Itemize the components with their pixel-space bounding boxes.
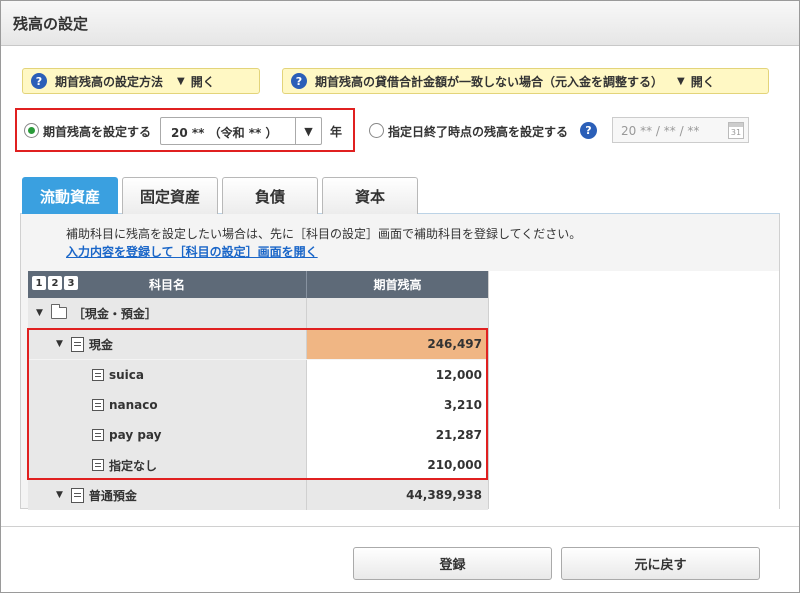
footer-divider: [1, 526, 799, 527]
register-button[interactable]: 登録: [353, 547, 552, 580]
tab-liabilities[interactable]: 負債: [222, 177, 318, 214]
set-by-date-label: 指定日終了時点の残高を設定する: [388, 125, 569, 139]
triangle-down-icon: ▼: [677, 75, 685, 87]
level-1-button[interactable]: 1: [32, 276, 46, 290]
tab-current-assets[interactable]: 流動資産: [22, 177, 118, 214]
folder-icon: [50, 304, 67, 319]
chevron-down-icon: ▼: [295, 118, 321, 144]
revert-button[interactable]: 元に戻す: [561, 547, 760, 580]
question-icon: ?: [291, 73, 307, 89]
notice-text: 補助科目に残高を設定したい場合は、先に［科目の設定］画面で補助科目を登録してくだ…: [66, 227, 582, 241]
calendar-icon[interactable]: 31: [728, 122, 744, 139]
year-select-value: 20 ** （令和 ** ）: [171, 126, 278, 140]
year-select[interactable]: 20 ** （令和 ** ） ▼: [160, 117, 322, 145]
settings-method-help-label: 期首残高の設定方法: [55, 74, 164, 89]
question-icon: ?: [31, 73, 47, 89]
title-bar: 残高の設定: [1, 1, 799, 46]
row-amount: 44,389,938: [307, 480, 488, 510]
row-name: ［現金・預金］: [72, 306, 157, 321]
grid-header: 科目名 1 2 3 期首残高: [28, 271, 488, 298]
caret-down-icon[interactable]: ▼: [36, 308, 43, 318]
annotation-box-cash-rows: [27, 328, 488, 480]
mismatch-help-button[interactable]: ? 期首残高の貸借合計金額が一致しない場合（元入金を調整する） ▼ 開く: [282, 68, 769, 94]
table-row: ▼ 普通預金 44,389,938: [28, 480, 488, 510]
set-by-date-radio[interactable]: [369, 123, 384, 138]
column-header-opening-balance: 期首残高: [373, 278, 422, 292]
row-amount: [307, 298, 488, 328]
date-input-value: 20 ** / ** / **: [621, 124, 700, 138]
grid-empty-area: [488, 271, 779, 509]
open-account-settings-link[interactable]: 入力内容を登録して［科目の設定］画面を開く: [66, 243, 318, 260]
account-book-icon: [70, 487, 84, 503]
open-label: 開く: [190, 74, 215, 89]
level-buttons: 1 2 3: [32, 276, 78, 290]
row-name: 普通預金: [88, 488, 137, 503]
open-label: 開く: [690, 74, 715, 89]
level-2-button[interactable]: 2: [48, 276, 62, 290]
settings-method-help-button[interactable]: ? 期首残高の設定方法 ▼ 開く: [22, 68, 260, 94]
level-3-button[interactable]: 3: [64, 276, 78, 290]
date-input[interactable]: 20 ** / ** / ** 31: [612, 117, 749, 143]
year-suffix: 年: [330, 125, 343, 139]
table-row: ▼ ［現金・預金］: [28, 298, 488, 328]
mismatch-help-label: 期首残高の貸借合計金額が一致しない場合（元入金を調整する）: [315, 74, 664, 89]
triangle-down-icon: ▼: [177, 75, 185, 87]
set-opening-radio[interactable]: [24, 123, 39, 138]
caret-down-icon[interactable]: ▼: [56, 490, 63, 500]
tab-fixed-assets[interactable]: 固定資産: [122, 177, 218, 214]
window-title: 残高の設定: [13, 15, 89, 33]
tab-capital[interactable]: 資本: [322, 177, 418, 214]
set-opening-label: 期首残高を設定する: [43, 125, 152, 139]
question-icon[interactable]: ?: [580, 122, 597, 139]
